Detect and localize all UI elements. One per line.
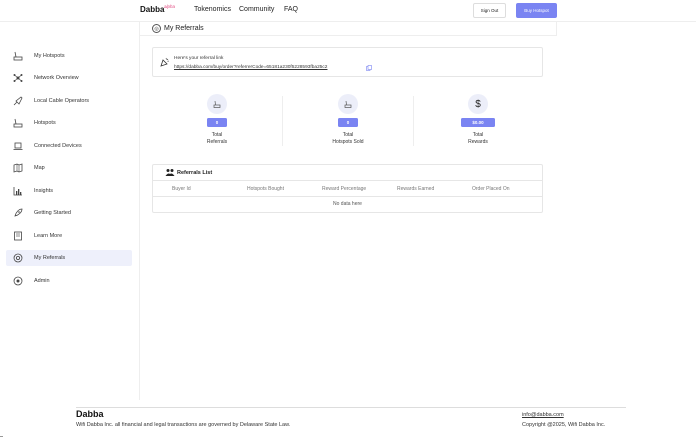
admin-icon	[12, 275, 24, 287]
sidebar-item-map[interactable]: Map	[6, 160, 132, 176]
hotspot-icon	[12, 117, 24, 129]
sidebar-item-label: Connected Devices	[34, 143, 82, 149]
sidebar-item-label: Local Cable Operators	[34, 98, 90, 104]
stat-total-referrals: 0 Total Referrals	[152, 94, 282, 150]
stat-label-line2: Hotspots Sold	[332, 139, 364, 145]
divider	[76, 407, 626, 408]
referral-caption: Here's your referral link	[174, 56, 224, 61]
laptop-icon	[12, 140, 24, 152]
stat-label-line1: Total	[211, 132, 223, 138]
sidebar-item-connected-devices[interactable]: Connected Devices	[6, 138, 132, 154]
divider	[140, 35, 557, 36]
column-hotspots-bought[interactable]: Hotspots Bought	[247, 186, 284, 192]
sidebar-item-label: My Hotspots	[34, 53, 65, 59]
buy-hotspot-button[interactable]: Buy Hotspot	[516, 3, 557, 18]
sidebar-item-label: Hotspots	[34, 120, 56, 126]
stat-label-line2: Referrals	[206, 139, 228, 145]
logo-alpha-tag: alpha	[164, 4, 176, 9]
footer-logo: Dabba	[76, 409, 104, 419]
nav-faq[interactable]: FAQ	[284, 6, 298, 13]
sidebar-item-learn-more[interactable]: Learn More	[6, 228, 132, 244]
sidebar-item-label: Network Overview	[34, 75, 79, 81]
hotspot-icon	[207, 94, 227, 114]
stat-label-line1: Total	[342, 132, 354, 138]
sidebar-item-my-referrals[interactable]: My Referrals	[6, 250, 132, 266]
referral-link[interactable]: https://dabba.com/buy/order?referrerCode…	[174, 65, 327, 70]
column-reward-percentage[interactable]: Reward Percentage	[322, 186, 366, 192]
empty-state: No data here	[333, 201, 362, 207]
stat-total-hotspots-sold: 0 Total Hotspots Sold	[283, 94, 413, 150]
scroll-indicator	[0, 436, 3, 437]
sidebar-item-hotspots[interactable]: Hotspots	[6, 115, 132, 131]
referrals-list: Referrals List Buyer Id Hotspots Bought …	[152, 164, 543, 213]
stat-label-line2: Rewards	[468, 139, 488, 145]
referral-icon	[12, 252, 24, 264]
stat-value-badge: $0.00	[461, 118, 495, 127]
party-popper-icon	[160, 57, 170, 67]
copy-icon[interactable]	[366, 65, 372, 71]
column-rewards-earned[interactable]: Rewards Earned	[397, 186, 434, 192]
sidebar-item-getting-started[interactable]: Getting Started	[6, 205, 132, 221]
sidebar-item-label: Learn More	[34, 233, 63, 239]
column-buyer-id[interactable]: Buyer Id	[172, 186, 191, 192]
referral-icon: ◎	[152, 24, 161, 33]
hotspot-icon	[338, 94, 358, 114]
network-icon	[12, 72, 24, 84]
map-icon	[12, 162, 24, 174]
users-icon	[165, 169, 175, 176]
sidebar: My Hotspots Network Overview Local Cable…	[0, 22, 140, 400]
nav-tokenomics[interactable]: Tokenomics	[194, 6, 231, 13]
referrals-list-header: Referrals List	[153, 165, 542, 181]
sidebar-item-my-hotspots[interactable]: My Hotspots	[6, 48, 132, 64]
stat-value-badge: 0	[338, 118, 358, 127]
footer-legal-text: Wifi Dabba Inc. all financial and legal …	[76, 422, 291, 428]
sign-out-button[interactable]: Sign Out	[473, 3, 506, 18]
stat-value-badge: 0	[207, 118, 227, 127]
sidebar-item-network-overview[interactable]: Network Overview	[6, 70, 132, 86]
sidebar-item-local-cable-operators[interactable]: Local Cable Operators	[6, 93, 132, 109]
sidebar-item-insights[interactable]: Insights	[6, 183, 132, 199]
sidebar-item-label: Admin	[34, 278, 50, 284]
sidebar-item-label: Map	[34, 165, 45, 171]
sidebar-item-label: Getting Started	[34, 210, 71, 216]
cable-icon	[12, 95, 24, 107]
logo[interactable]: Dabba	[140, 5, 164, 14]
sidebar-item-label: My Referrals	[34, 255, 66, 261]
stats-row: 0 Total Referrals 0 Total Hotspots Sold …	[152, 94, 543, 150]
table-header-row: Buyer Id Hotspots Bought Reward Percenta…	[153, 181, 542, 197]
rocket-icon	[12, 207, 24, 219]
page-title: ◎ My Referrals	[152, 24, 204, 33]
chart-icon	[12, 185, 24, 197]
footer-email-link[interactable]: info@dabba.com	[522, 412, 564, 418]
nav-community[interactable]: Community	[239, 6, 274, 13]
footer-copyright: Copyright @2025, Wifi Dabba Inc.	[522, 422, 606, 428]
hotspot-icon	[12, 50, 24, 62]
referral-link-card: Here's your referral link https://dabba.…	[152, 47, 543, 77]
page-title-text: My Referrals	[164, 25, 204, 32]
sidebar-item-admin[interactable]: Admin	[6, 273, 132, 289]
referrals-list-title: Referrals List	[177, 170, 213, 176]
top-nav: Dabba alpha Tokenomics Community FAQ Sig…	[0, 0, 696, 22]
stat-label-line1: Total	[472, 132, 484, 138]
column-order-placed-on[interactable]: Order Placed On	[472, 186, 510, 192]
sidebar-item-label: Insights	[34, 188, 53, 194]
divider	[556, 22, 557, 35]
stat-total-rewards: $ $0.00 Total Rewards	[413, 94, 543, 150]
dollar-icon: $	[468, 94, 488, 114]
book-icon	[12, 230, 24, 242]
